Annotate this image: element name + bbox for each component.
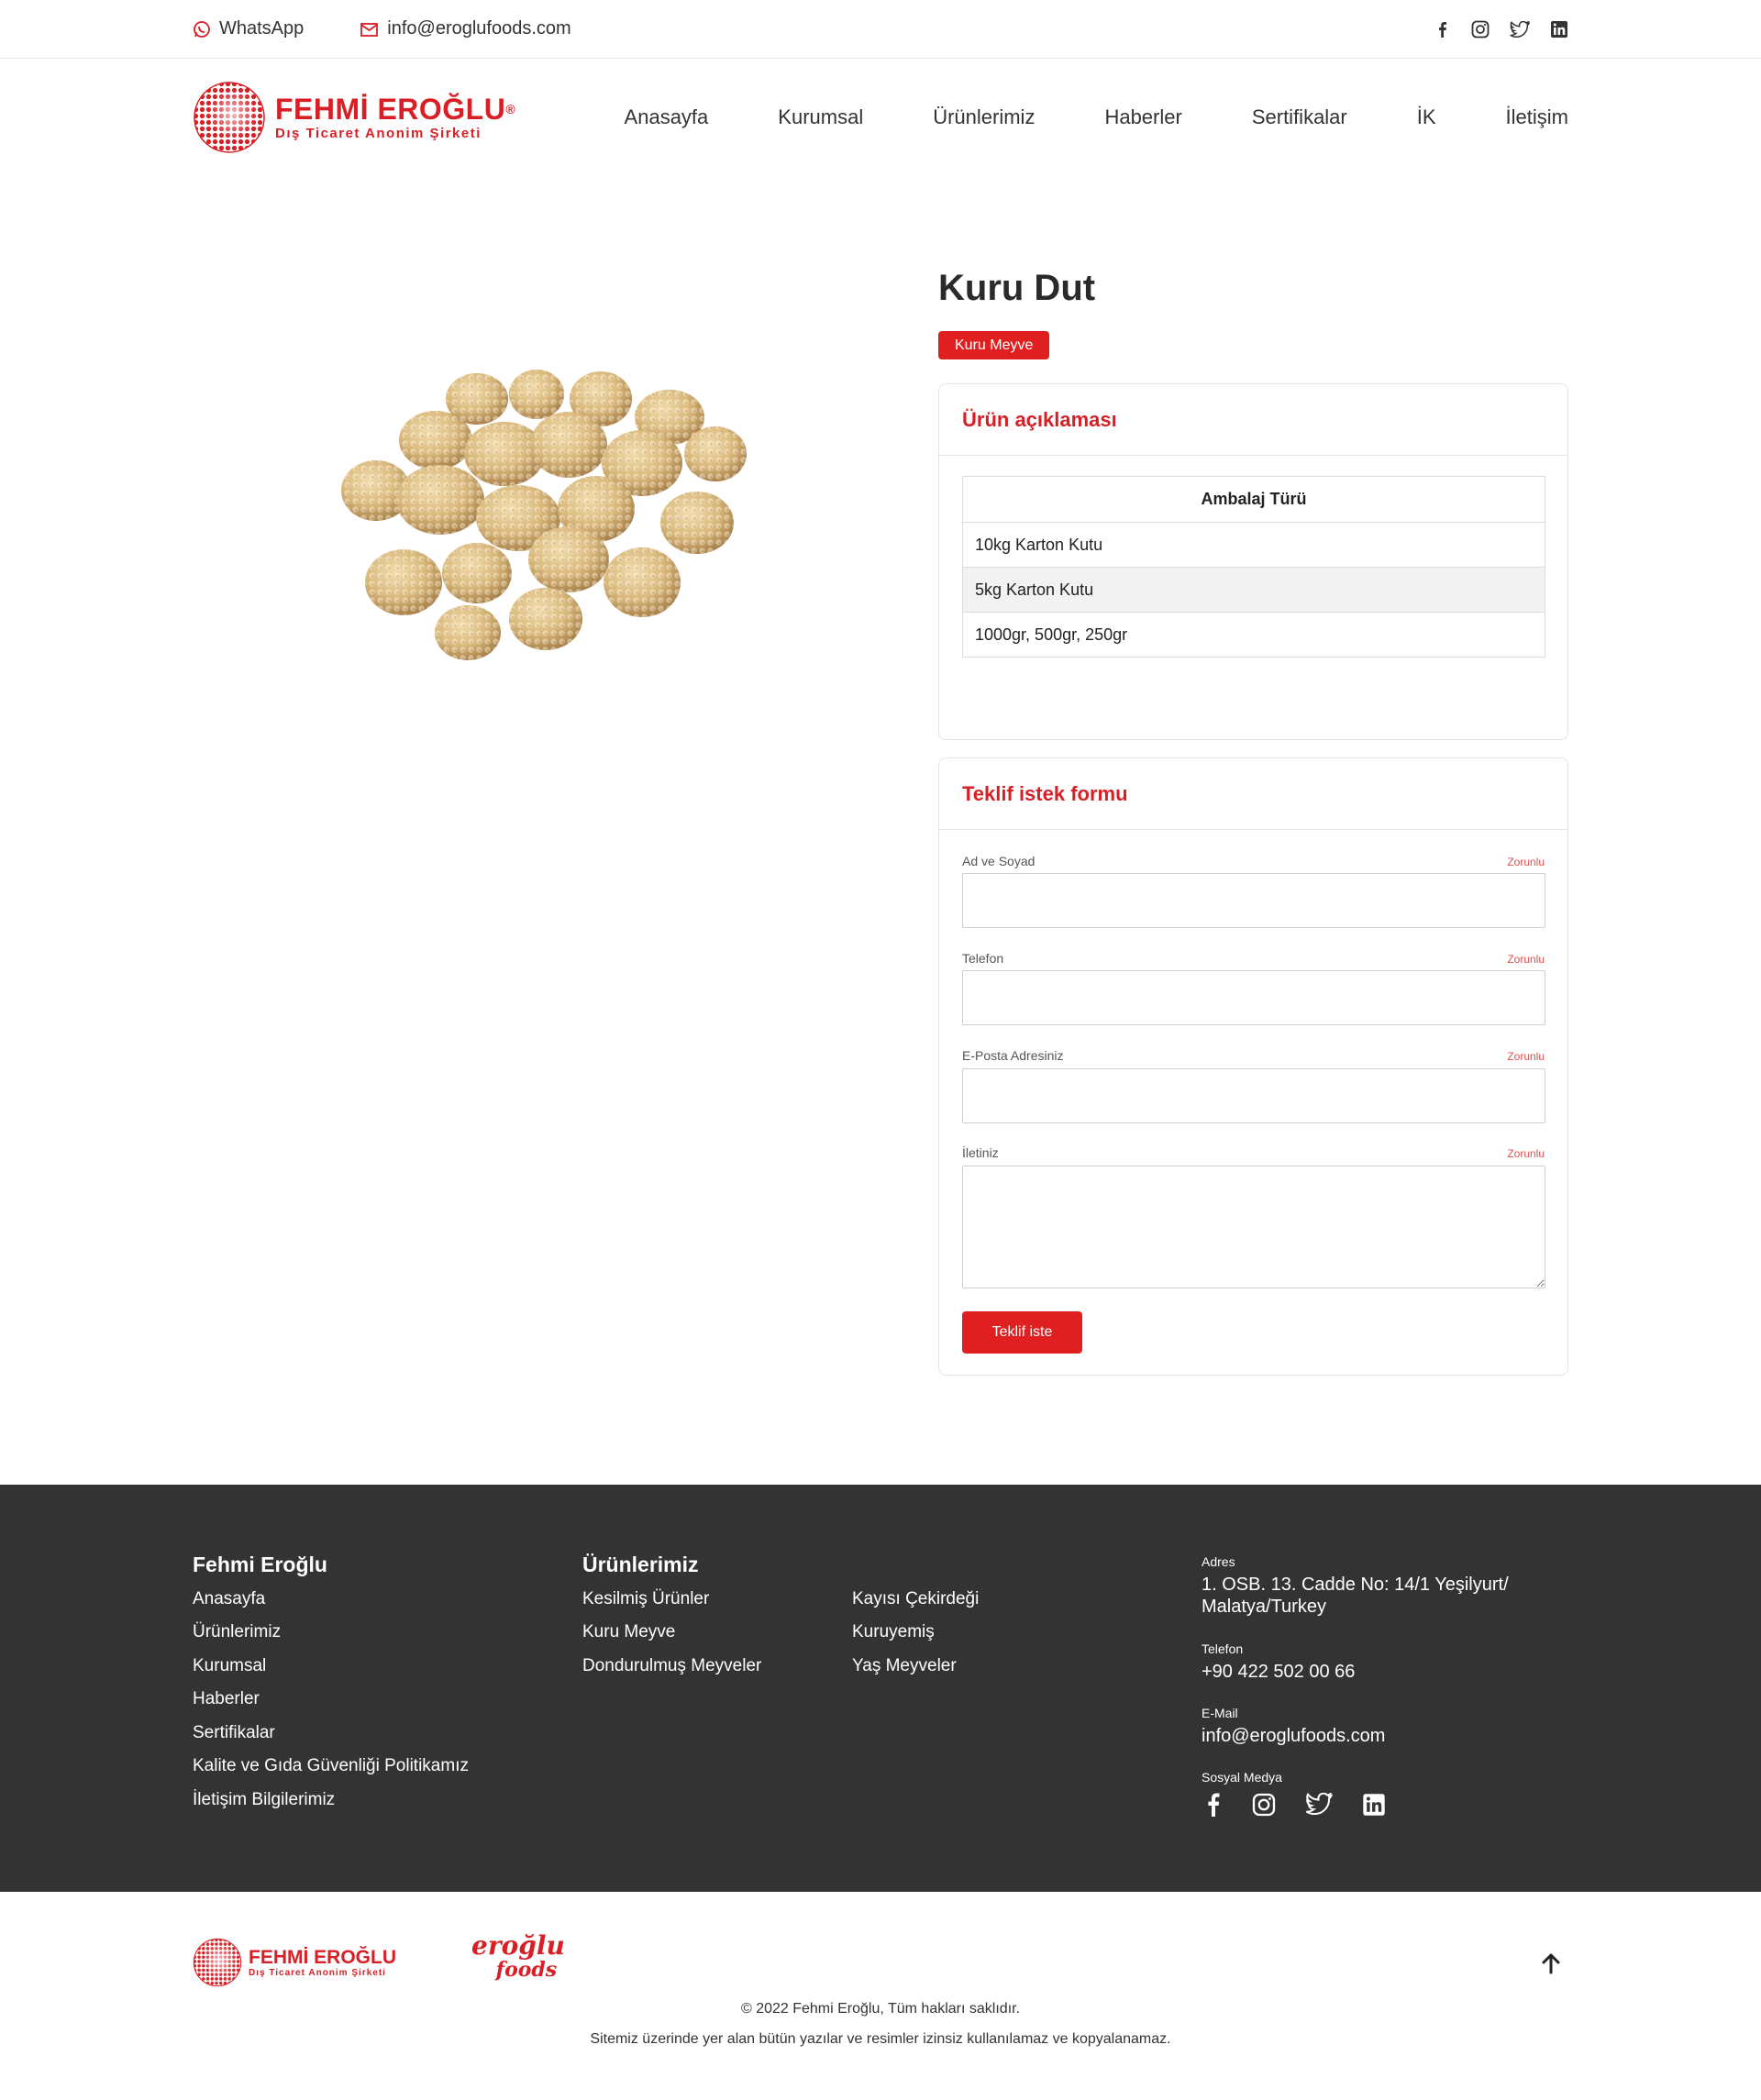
facebook-icon[interactable] — [1204, 1793, 1223, 1821]
copyright-notice: Sitemiz üzerinde yer alan bütün yazılar … — [590, 2031, 1171, 2047]
footer-link[interactable]: Kuruyemiş — [852, 1622, 935, 1642]
table-row: 10kg Karton Kutu — [963, 522, 1545, 567]
field-label-name: Ad ve Soyad — [962, 854, 1036, 868]
footer-link[interactable]: Kalite ve Gıda Güvenliği Politikamız — [193, 1756, 469, 1776]
email-input[interactable] — [962, 1068, 1545, 1123]
address-line2: Malatya/Turkey — [1202, 1597, 1326, 1617]
logo-subtitle: Dış Ticaret Anonim Şirketi — [275, 125, 482, 141]
nav-urunlerimiz[interactable]: Ürünlerimiz — [933, 105, 1035, 129]
footer-social — [1204, 1791, 1386, 1821]
logo-globe-icon — [194, 82, 265, 153]
nav-ik[interactable]: İK — [1417, 105, 1436, 129]
footer-link[interactable]: Kurumsal — [193, 1656, 266, 1676]
product-image — [341, 370, 747, 660]
bottom-logo[interactable]: FEHMİ EROĞLU Dış Ticaret Anonim Şirketi — [193, 1938, 396, 1987]
footer-email[interactable]: info@eroglufoods.com — [1202, 1725, 1385, 1747]
required-label: Zorunlu — [1507, 953, 1545, 966]
address-label: Adres — [1202, 1554, 1235, 1569]
required-label: Zorunlu — [1507, 856, 1545, 868]
footer-link[interactable]: Kuru Meyve — [582, 1622, 675, 1642]
logo-registered: ® — [505, 101, 516, 116]
nav-kurumsal[interactable]: Kurumsal — [778, 105, 863, 129]
facebook-icon[interactable] — [1434, 21, 1451, 38]
topbar-social — [1434, 20, 1568, 39]
footer-link[interactable]: Yaş Meyveler — [852, 1656, 957, 1676]
foods-logo-line1: eroğlu — [471, 1930, 565, 1961]
description-title: Ürün açıklaması — [939, 384, 1567, 456]
field-label-phone: Telefon — [962, 951, 1004, 966]
whatsapp-icon — [194, 20, 210, 38]
footer-link[interactable]: Ürünlerimiz — [193, 1622, 281, 1642]
product-title: Kuru Dut — [938, 268, 1096, 308]
footer-link[interactable]: Kesilmiş Ürünler — [582, 1589, 709, 1609]
bottom-logo-title: FEHMİ EROĞLU — [249, 1946, 396, 1968]
whatsapp-link[interactable]: WhatsApp — [193, 18, 304, 39]
instagram-icon[interactable] — [1252, 1793, 1276, 1821]
packaging-table: Ambalaj Türü 10kg Karton Kutu 5kg Karton… — [962, 476, 1545, 658]
address-line1: 1. OSB. 13. Cadde No: 14/1 Yeşilyurt/ — [1202, 1575, 1509, 1595]
name-input[interactable] — [962, 873, 1545, 928]
instagram-icon[interactable] — [1471, 20, 1490, 39]
required-label: Zorunlu — [1507, 1050, 1545, 1063]
bottom-bar: FEHMİ EROĞLU Dış Ticaret Anonim Şirketi … — [0, 1892, 1761, 2100]
category-badge[interactable]: Kuru Meyve — [938, 331, 1050, 359]
footer-link[interactable]: Anasayfa — [193, 1589, 265, 1609]
required-label: Zorunlu — [1507, 1147, 1545, 1160]
form-title: Teklif istek formu — [939, 758, 1567, 830]
footer-link[interactable]: İletişim Bilgilerimiz — [193, 1790, 335, 1810]
foods-logo-line2: foods — [495, 1958, 558, 1982]
nav-iletisim[interactable]: İletişim — [1506, 105, 1568, 129]
message-textarea[interactable] — [962, 1166, 1545, 1288]
top-bar: WhatsApp info@eroglufoods.com — [0, 0, 1761, 59]
table-row: 1000gr, 500gr, 250gr — [963, 612, 1545, 657]
arrow-up-icon[interactable] — [1541, 1952, 1561, 1979]
quote-form-card: Teklif istek formu Ad ve Soyad Zorunlu T… — [938, 757, 1568, 1376]
mail-icon — [360, 22, 379, 37]
logo-globe-icon — [193, 1938, 242, 1987]
footer-col1-title: Fehmi Eroğlu — [193, 1553, 327, 1576]
table-row: 5kg Karton Kutu — [963, 567, 1545, 612]
nav-anasayfa[interactable]: Anasayfa — [625, 105, 709, 129]
linkedin-icon[interactable] — [1550, 20, 1568, 39]
footer-col2-title: Ürünlerimiz — [582, 1553, 699, 1576]
main-nav: Anasayfa Kurumsal Ürünlerimiz Haberler S… — [625, 105, 1568, 129]
nav-sertifikalar[interactable]: Sertifikalar — [1252, 105, 1347, 129]
eroglu-foods-logo[interactable]: eroğlu foods — [471, 1930, 565, 1983]
copyright-text: © 2022 Fehmi Eroğlu, Tüm hakları saklıdı… — [740, 2001, 1021, 2017]
email-link[interactable]: info@eroglufoods.com — [360, 18, 571, 39]
site-footer: Fehmi Eroğlu Anasayfa Ürünlerimiz Kurums… — [0, 1485, 1761, 1892]
footer-phone[interactable]: +90 422 502 00 66 — [1202, 1661, 1355, 1683]
linkedin-icon[interactable] — [1362, 1793, 1386, 1821]
social-label: Sosyal Medya — [1202, 1770, 1282, 1785]
whatsapp-label: WhatsApp — [219, 18, 305, 39]
twitter-icon[interactable] — [1305, 1791, 1334, 1821]
footer-link[interactable]: Sertifikalar — [193, 1723, 275, 1743]
phone-label: Telefon — [1202, 1641, 1244, 1656]
bottom-logo-subtitle: Dış Ticaret Anonim Şirketi — [249, 1967, 386, 1978]
site-logo[interactable]: FEHMİ EROĞLU® Dış Ticaret Anonim Şirketi — [193, 81, 515, 154]
logo-title: FEHMİ EROĞLU — [275, 92, 506, 126]
field-label-email: E-Posta Adresiniz — [962, 1048, 1064, 1063]
footer-link[interactable]: Dondurulmuş Meyveler — [582, 1656, 761, 1676]
footer-link[interactable]: Haberler — [193, 1689, 260, 1709]
submit-quote-button[interactable]: Teklif iste — [962, 1311, 1082, 1354]
field-label-message: İletiniz — [962, 1145, 999, 1160]
email-label: E-Mail — [1202, 1706, 1238, 1720]
description-card: Ürün açıklaması Ambalaj Türü 10kg Karton… — [938, 383, 1568, 740]
table-header: Ambalaj Türü — [1201, 490, 1307, 508]
twitter-icon[interactable] — [1510, 20, 1530, 38]
email-label: info@eroglufoods.com — [387, 18, 571, 39]
phone-input[interactable] — [962, 970, 1545, 1025]
footer-link[interactable]: Kayısı Çekirdeği — [852, 1589, 979, 1609]
nav-haberler[interactable]: Haberler — [1104, 105, 1181, 129]
